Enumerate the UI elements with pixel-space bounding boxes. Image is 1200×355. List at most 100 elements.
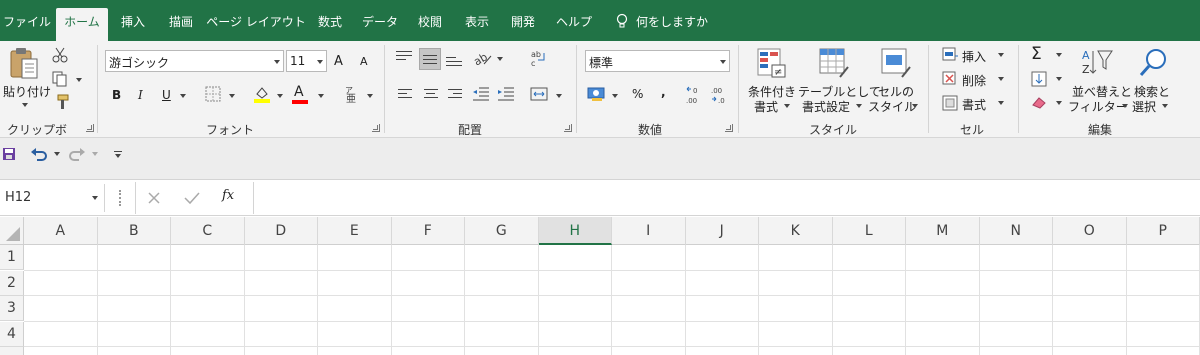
decrease-indent-icon[interactable] (472, 87, 490, 101)
formula-bar-grip[interactable] (119, 190, 121, 206)
paste-button-label[interactable]: 貼り付け (3, 83, 51, 100)
cell-styles-label-2[interactable]: スタイル (868, 98, 916, 115)
format-painter-icon[interactable] (52, 94, 70, 110)
italic-button[interactable]: I (138, 88, 143, 102)
format-as-table-icon[interactable] (818, 47, 850, 79)
find-select-label-2[interactable]: 選択 (1132, 98, 1156, 115)
column-header-c[interactable]: C (171, 217, 245, 245)
cell-styles-dropdown-icon[interactable] (912, 104, 918, 108)
tab-developer[interactable]: 開発 (502, 8, 544, 41)
cancel-entry-icon[interactable] (147, 191, 161, 205)
align-right-icon[interactable] (448, 89, 462, 101)
increase-indent-icon[interactable] (497, 87, 515, 101)
delete-cells-icon[interactable] (942, 71, 958, 87)
tab-formulas[interactable]: 数式 (310, 8, 350, 41)
confirm-entry-icon[interactable] (184, 191, 200, 205)
merge-center-icon[interactable] (530, 87, 548, 101)
formula-input[interactable] (253, 182, 1200, 214)
underline-dropdown-icon[interactable] (180, 94, 186, 98)
font-size-select[interactable]: 11 (286, 50, 327, 72)
borders-dropdown-icon[interactable] (229, 94, 235, 98)
column-header-j[interactable]: J (686, 217, 759, 245)
conditional-formatting-icon[interactable]: ≠ (756, 47, 786, 79)
sort-filter-label-2[interactable]: フィルター (1068, 98, 1128, 115)
clear-dropdown-icon[interactable] (1056, 101, 1062, 105)
tab-page-layout[interactable]: ページ レイアウト (206, 8, 306, 41)
accounting-dropdown-icon[interactable] (612, 94, 618, 98)
clear-eraser-icon[interactable] (1031, 95, 1047, 109)
cell-styles-icon[interactable] (880, 47, 912, 79)
column-header-e[interactable]: E (318, 217, 392, 245)
column-header-d[interactable]: D (245, 217, 318, 245)
tab-file[interactable]: ファイル (0, 8, 54, 41)
format-as-table-dropdown-icon[interactable] (856, 104, 862, 108)
save-icon[interactable] (2, 147, 16, 161)
number-format-select[interactable]: 標準 (585, 50, 730, 72)
column-header-l[interactable]: L (833, 217, 906, 245)
orientation-dropdown-icon[interactable] (497, 57, 503, 61)
insert-cells-button[interactable]: 挿入 (962, 48, 986, 65)
format-cells-icon[interactable] (942, 95, 958, 111)
borders-icon[interactable] (205, 86, 221, 102)
insert-cells-icon[interactable] (942, 47, 958, 63)
autosum-button[interactable]: Σ (1031, 44, 1042, 64)
number-launcher-icon[interactable] (725, 124, 733, 132)
bold-button[interactable]: B (112, 88, 121, 102)
column-header-f[interactable]: F (392, 217, 465, 245)
format-as-table-label-2[interactable]: 書式設定 (802, 98, 850, 115)
column-header-o[interactable]: O (1053, 217, 1127, 245)
insert-cells-dropdown-icon[interactable] (998, 53, 1004, 57)
undo-icon[interactable] (30, 147, 48, 161)
tab-home[interactable]: ホーム (56, 8, 108, 41)
find-select-icon[interactable] (1138, 47, 1168, 79)
clipboard-launcher-icon[interactable] (86, 124, 94, 132)
tab-help[interactable]: ヘルプ (550, 8, 598, 41)
tell-me-search[interactable]: 何をしますか (636, 8, 716, 41)
wrap-text-icon[interactable]: ab c (530, 49, 548, 67)
select-all-button[interactable] (0, 217, 24, 245)
top-align-icon[interactable] (396, 51, 412, 63)
copy-dropdown-icon[interactable] (76, 78, 82, 82)
column-header-i[interactable]: I (612, 217, 686, 245)
find-select-dropdown-icon[interactable] (1162, 104, 1168, 108)
redo-dropdown-icon[interactable] (92, 152, 98, 156)
tab-insert[interactable]: 挿入 (112, 8, 154, 41)
delete-cells-dropdown-icon[interactable] (998, 77, 1004, 81)
name-box[interactable]: H12 (0, 184, 105, 212)
fill-down-icon[interactable] (1031, 71, 1047, 87)
column-header-m[interactable]: M (906, 217, 980, 245)
decrease-decimal-icon[interactable]: .00 .0 (710, 85, 728, 105)
align-center-icon[interactable] (424, 89, 438, 101)
paste-dropdown-icon[interactable] (22, 103, 28, 107)
fill-color-icon[interactable] (253, 85, 271, 103)
cut-icon[interactable] (52, 47, 68, 63)
middle-align-button[interactable] (419, 48, 441, 70)
column-header-g[interactable]: G (465, 217, 539, 245)
row-header-2[interactable]: 2 (0, 270, 24, 296)
fill-dropdown-icon[interactable] (1056, 77, 1062, 81)
align-left-icon[interactable] (398, 89, 412, 101)
name-box-dropdown-icon[interactable] (92, 196, 98, 200)
bottom-align-icon[interactable] (446, 57, 462, 69)
font-name-select[interactable]: 游ゴシック (105, 50, 284, 72)
format-cells-button[interactable]: 書式 (962, 96, 986, 113)
increase-font-size-button[interactable]: A (334, 54, 343, 69)
alignment-launcher-icon[interactable] (564, 124, 572, 132)
conditional-formatting-label-2[interactable]: 書式 (754, 98, 778, 115)
customize-qat-icon[interactable] (115, 154, 121, 158)
format-cells-dropdown-icon[interactable] (998, 101, 1004, 105)
redo-icon[interactable] (68, 147, 86, 161)
paste-icon[interactable] (8, 47, 40, 81)
conditional-formatting-dropdown-icon[interactable] (784, 104, 790, 108)
font-color-button[interactable]: A (294, 84, 304, 100)
decrease-font-size-button[interactable]: A (360, 55, 368, 68)
comma-style-button[interactable]: , (661, 85, 666, 99)
column-header-h[interactable]: H (538, 217, 612, 245)
row-header-3[interactable]: 3 (0, 296, 24, 321)
tab-data[interactable]: データ (356, 8, 404, 41)
row-header-1[interactable]: 1 (0, 245, 24, 270)
orientation-icon[interactable]: ab (472, 50, 492, 66)
phonetic-dropdown-icon[interactable] (367, 94, 373, 98)
tab-view[interactable]: 表示 (456, 8, 498, 41)
sort-filter-icon[interactable]: A Z (1080, 47, 1114, 77)
